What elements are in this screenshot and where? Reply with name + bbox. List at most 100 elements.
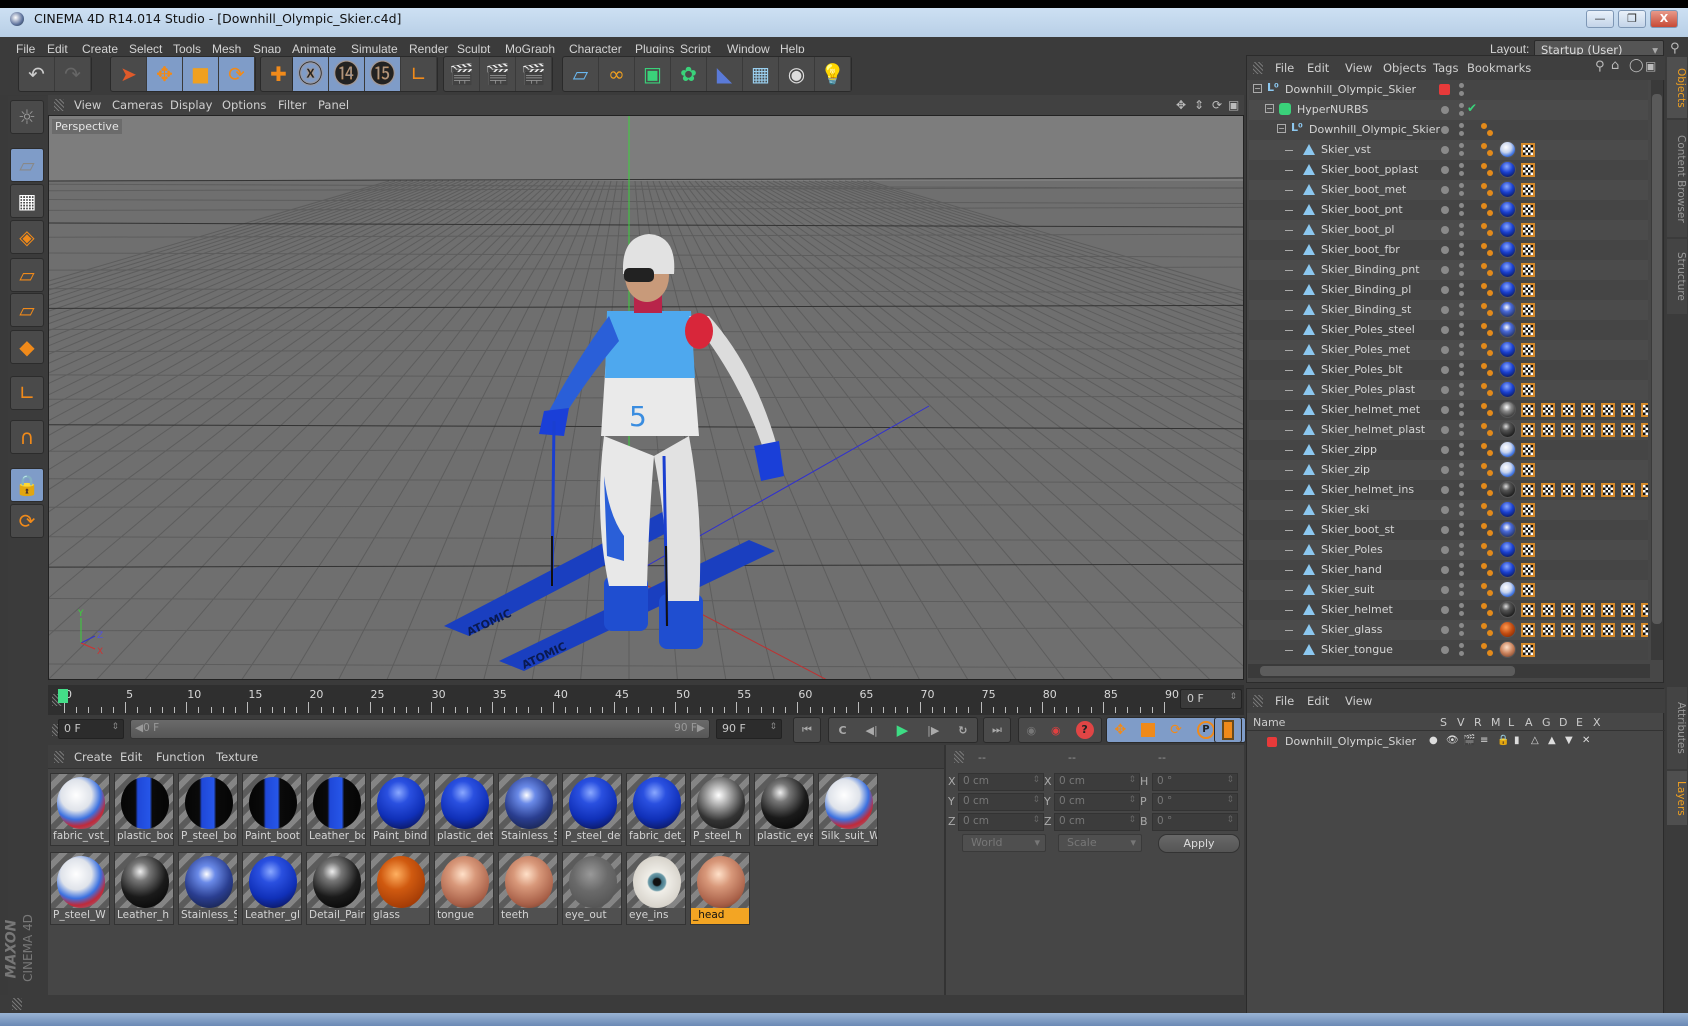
texture-tag-icon[interactable] <box>1621 423 1635 437</box>
object-row[interactable]: Skier_helmet_met <box>1249 400 1648 420</box>
home-icon[interactable]: ⌂ <box>1611 58 1619 73</box>
object-name[interactable]: Skier_vst <box>1321 143 1371 156</box>
goto-prev-key-icon[interactable]: C <box>838 724 846 737</box>
panel-grip[interactable] <box>1253 695 1263 707</box>
render-picture-viewer-button[interactable]: 🎬 <box>480 57 516 91</box>
lock-workplane-button[interactable]: 🔒 <box>10 468 44 502</box>
texture-tag-icon[interactable] <box>1521 623 1535 637</box>
phong-tag-icon[interactable] <box>1481 403 1495 417</box>
layer-color-swatch[interactable] <box>1267 737 1277 747</box>
vertical-scrollbar[interactable] <box>1651 80 1663 660</box>
minimize-button[interactable]: — <box>1586 10 1614 28</box>
texture-tag-icon[interactable] <box>1521 263 1535 277</box>
object-name[interactable]: Skier_helmet <box>1321 603 1393 616</box>
material-swatch[interactable]: Leather_boot <box>306 773 366 846</box>
undo-button[interactable]: ↶ <box>19 57 55 91</box>
phong-tag-icon[interactable] <box>1481 363 1495 377</box>
material-swatch[interactable]: plastic_eye <box>754 773 814 846</box>
material-swatch[interactable]: plastic_boot <box>114 773 174 846</box>
object-name[interactable]: Skier_Binding_st <box>1321 303 1411 316</box>
coord-field[interactable]: 0 ° ⇕ <box>1152 813 1238 831</box>
editor-visibility-dot[interactable] <box>1441 486 1449 494</box>
phong-tag-icon[interactable] <box>1481 523 1495 537</box>
editor-visibility-dot[interactable] <box>1441 606 1449 614</box>
phong-tag-icon[interactable] <box>1481 143 1495 157</box>
panel-grip[interactable] <box>1253 62 1263 74</box>
key-rotation-icon[interactable]: ⟳ <box>1170 722 1182 738</box>
texture-tag-icon[interactable] <box>1581 623 1595 637</box>
z-axis-lock-button[interactable]: ⓯ <box>365 57 401 91</box>
object-row[interactable]: Skier_helmet_ins <box>1249 480 1648 500</box>
texture-tag-icon[interactable] <box>1521 323 1535 337</box>
layer-column-name[interactable]: Name <box>1253 716 1285 729</box>
render-visibility-dot[interactable] <box>1459 291 1464 296</box>
panel-grip[interactable] <box>954 751 964 763</box>
object-row[interactable]: Skier_Poles_steel <box>1249 320 1648 340</box>
object-row[interactable]: Skier_ski <box>1249 500 1648 520</box>
phong-tag-icon[interactable] <box>1481 123 1495 137</box>
material-swatch[interactable]: Paint_boot <box>242 773 302 846</box>
material-swatch[interactable]: Leather_h <box>114 852 174 925</box>
spinner-icon[interactable]: ⇕ <box>1226 815 1234 825</box>
phong-tag-icon[interactable] <box>1481 643 1495 657</box>
material-swatch[interactable]: fabric_det_ <box>626 773 686 846</box>
render-visibility-dot[interactable] <box>1459 631 1464 636</box>
end-frame-field[interactable]: 90 F ⇕ <box>716 719 782 739</box>
solo-icon[interactable]: ● <box>1429 735 1438 746</box>
render-visibility-dot[interactable] <box>1459 391 1464 396</box>
render-visibility-dot[interactable] <box>1459 611 1464 616</box>
coord-field[interactable]: 0 cm ⇕ <box>958 813 1044 831</box>
phong-tag-icon[interactable] <box>1481 283 1495 297</box>
material-tag-icon[interactable] <box>1499 281 1516 298</box>
render-visibility-dot[interactable] <box>1459 471 1464 476</box>
material-menu-function[interactable]: Function <box>156 750 205 764</box>
phong-tag-icon[interactable] <box>1481 443 1495 457</box>
object-row[interactable]: − L⁰ Downhill_Olympic_Skier <box>1249 80 1648 100</box>
spinner-icon[interactable]: ⇕ <box>1032 775 1040 785</box>
texture-tag-icon[interactable] <box>1521 563 1535 577</box>
layer-color-swatch[interactable] <box>1439 84 1450 95</box>
render-visibility-dot[interactable] <box>1459 351 1464 356</box>
object-menu-edit[interactable]: Edit <box>1307 61 1329 75</box>
object-name[interactable]: Skier_Poles_met <box>1321 343 1410 356</box>
layer-column-d[interactable]: D <box>1559 716 1567 729</box>
spinner-icon[interactable]: ⇕ <box>1032 815 1040 825</box>
render-visibility-dot[interactable] <box>1459 143 1464 148</box>
lock-icon[interactable]: 🔒 <box>1497 735 1509 746</box>
object-row[interactable]: Skier_boot_pl <box>1249 220 1648 240</box>
render-visibility-dot[interactable] <box>1459 463 1464 468</box>
render-visibility-dot[interactable] <box>1459 271 1464 276</box>
texture-tag-icon[interactable] <box>1561 403 1575 417</box>
object-row[interactable]: Skier_helmet_plast <box>1249 420 1648 440</box>
render-visibility-dot[interactable] <box>1459 91 1464 96</box>
texture-tag-icon[interactable] <box>1521 363 1535 377</box>
layer-column-v[interactable]: V <box>1457 716 1465 729</box>
object-name[interactable]: Skier_boot_pl <box>1321 223 1395 236</box>
tab-attributes[interactable]: Attributes <box>1667 687 1687 769</box>
material-tag-icon[interactable] <box>1499 181 1516 198</box>
layer-menu-file[interactable]: File <box>1275 694 1294 708</box>
texture-tag-icon[interactable] <box>1521 443 1535 457</box>
object-menu-view[interactable]: View <box>1345 61 1372 75</box>
enabled-check-icon[interactable]: ✔ <box>1467 101 1477 115</box>
coordinate-system-button[interactable]: ∟ <box>401 57 437 91</box>
texture-tag-icon[interactable] <box>1521 143 1535 157</box>
render-visibility-dot[interactable] <box>1459 371 1464 376</box>
texture-tag-icon[interactable] <box>1521 643 1535 657</box>
render-visibility-dot[interactable] <box>1459 103 1464 108</box>
material-swatch[interactable]: Leather_gl <box>242 852 302 925</box>
render-visibility-dot[interactable] <box>1459 131 1464 136</box>
object-row[interactable]: Skier_hand <box>1249 560 1648 580</box>
material-tag-icon[interactable] <box>1499 601 1516 618</box>
material-tag-icon[interactable] <box>1499 321 1516 338</box>
editor-visibility-dot[interactable] <box>1441 506 1449 514</box>
edges-mode-button[interactable]: ▱ <box>10 293 44 327</box>
object-row[interactable]: − HyperNURBS ✔ <box>1249 100 1648 120</box>
material-swatch[interactable]: P_steel_det <box>562 773 622 846</box>
phong-tag-icon[interactable] <box>1481 543 1495 557</box>
render-visibility-dot[interactable] <box>1459 343 1464 348</box>
object-menu-objects[interactable]: Objects <box>1383 61 1426 75</box>
y-axis-lock-button[interactable]: ⓮ <box>329 57 365 91</box>
phong-tag-icon[interactable] <box>1481 203 1495 217</box>
render-visibility-dot[interactable] <box>1459 283 1464 288</box>
